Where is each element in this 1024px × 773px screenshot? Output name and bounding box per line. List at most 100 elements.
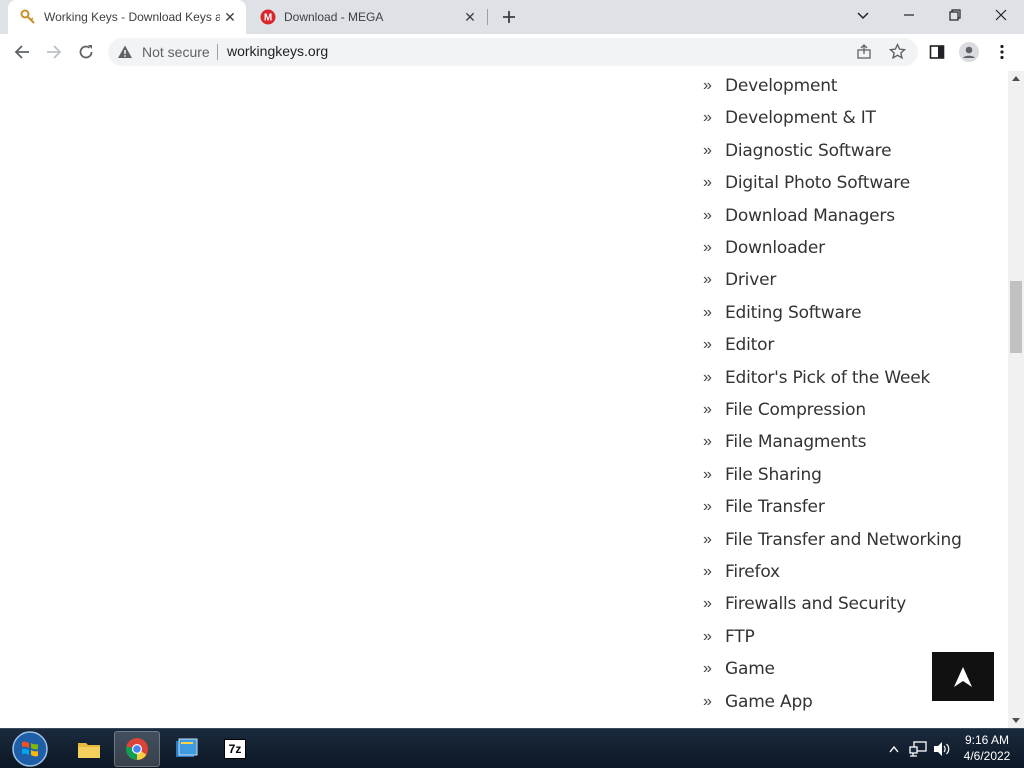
app-taskbar-button[interactable] — [163, 731, 209, 767]
vertical-scrollbar[interactable] — [1008, 71, 1024, 728]
category-link[interactable]: » File Compression — [703, 398, 866, 422]
7zip-icon: 7z — [224, 739, 246, 759]
bullet-icon: » — [703, 693, 712, 710]
tab-title: Working Keys - Download Keys a — [44, 10, 220, 24]
category-link[interactable]: » File Sharing — [703, 463, 822, 487]
close-icon — [995, 9, 1007, 21]
bullet-icon: » — [703, 563, 712, 580]
system-clock[interactable]: 9:16 AM 4/6/2022 — [950, 732, 1024, 764]
category-label[interactable]: Firewalls and Security — [725, 594, 906, 614]
close-icon[interactable]: ✕ — [220, 7, 240, 27]
chrome-icon — [125, 738, 148, 760]
chrome-taskbar-button[interactable] — [114, 731, 160, 767]
bullet-icon: » — [703, 401, 712, 418]
category-label[interactable]: File Compression — [725, 400, 866, 420]
category-label[interactable]: File Transfer — [725, 497, 825, 517]
new-tab-button[interactable] — [498, 6, 520, 28]
category-label[interactable]: Downloader — [725, 238, 825, 258]
category-link[interactable]: » Game App — [703, 690, 813, 714]
category-link[interactable]: » Game — [703, 657, 775, 681]
share-icon[interactable] — [856, 44, 872, 65]
category-label[interactable]: Editor's Pick of the Week — [725, 368, 930, 388]
category-link[interactable]: » Development & IT — [703, 106, 876, 130]
tab-search-button[interactable] — [840, 0, 886, 30]
page-content: » Development » Development & IT » Diagnostic… — [0, 71, 1008, 728]
scroll-down-arrow[interactable] — [1008, 714, 1024, 728]
bullet-icon: » — [703, 369, 712, 386]
category-label[interactable]: Editing Software — [725, 303, 862, 323]
category-label[interactable]: Game — [725, 659, 775, 679]
category-link[interactable]: » Editor — [703, 333, 774, 357]
category-link[interactable]: » Diagnostic Software — [703, 139, 892, 163]
network-icon — [909, 741, 927, 757]
category-link[interactable]: » Development — [703, 74, 837, 98]
category-link[interactable]: » Downloader — [703, 236, 825, 260]
bullet-icon: » — [703, 660, 712, 677]
category-link[interactable]: » File Transfer — [703, 495, 825, 519]
scroll-to-top-button[interactable] — [932, 652, 994, 701]
bullet-icon: » — [703, 109, 712, 126]
tab-working-keys[interactable]: Working Keys - Download Keys a ✕ — [8, 0, 246, 34]
bullet-icon: » — [703, 498, 712, 515]
category-label[interactable]: Game App — [725, 692, 813, 712]
category-link[interactable]: » Firefox — [703, 560, 780, 584]
category-link[interactable]: » FTP — [703, 625, 755, 649]
category-link[interactable]: » Driver — [703, 268, 776, 292]
category-link[interactable]: » Firewalls and Security — [703, 592, 906, 616]
network-tray-button[interactable] — [906, 729, 930, 769]
file-explorer-button[interactable] — [66, 731, 112, 767]
category-label[interactable]: File Managments — [725, 432, 866, 452]
tab-mega[interactable]: M Download - MEGA ✕ — [248, 0, 486, 34]
category-label[interactable]: FTP — [725, 627, 755, 647]
clock-date: 4/6/2022 — [963, 749, 1011, 763]
category-label[interactable]: Download Managers — [725, 206, 895, 226]
forward-button[interactable] — [39, 37, 69, 67]
address-bar[interactable]: Not secure workingkeys.org — [108, 38, 918, 66]
7zip-taskbar-button[interactable]: 7z — [212, 731, 258, 767]
chevron-down-icon — [857, 12, 869, 20]
start-button[interactable] — [10, 730, 50, 768]
omnibox-divider — [217, 44, 218, 60]
show-hidden-icons-button[interactable] — [884, 729, 904, 769]
category-label[interactable]: Digital Photo Software — [725, 173, 910, 193]
category-link[interactable]: » File Managments — [703, 430, 866, 454]
category-label[interactable]: Firefox — [725, 562, 780, 582]
category-link[interactable]: » Editing Software — [703, 301, 862, 325]
category-link[interactable]: » Download Managers — [703, 204, 895, 228]
profile-button[interactable] — [954, 37, 984, 67]
category-label[interactable]: Driver — [725, 270, 776, 290]
minimize-button[interactable] — [886, 0, 932, 30]
back-button[interactable] — [7, 37, 37, 67]
side-panel-button[interactable] — [922, 37, 952, 67]
url-text[interactable]: workingkeys.org — [227, 43, 328, 59]
tab-divider — [487, 9, 488, 25]
scrollbar-thumb[interactable] — [1010, 281, 1022, 353]
7zip-label: 7z — [228, 742, 242, 756]
scroll-up-arrow[interactable] — [1008, 71, 1024, 85]
bullet-icon: » — [703, 77, 712, 94]
restore-button[interactable] — [932, 0, 978, 30]
windows-logo-icon — [12, 731, 48, 767]
app-icon — [176, 738, 198, 757]
bullet-icon: » — [703, 433, 712, 450]
category-link[interactable]: » Editor's Pick of the Week — [703, 366, 930, 390]
reload-button[interactable] — [71, 37, 101, 67]
category-label[interactable]: Editor — [725, 335, 774, 355]
close-window-button[interactable] — [978, 0, 1024, 30]
category-label[interactable]: Development — [725, 76, 837, 96]
category-label[interactable]: File Transfer and Networking — [725, 530, 962, 550]
key-icon — [20, 9, 36, 25]
security-label[interactable]: Not secure — [142, 44, 210, 60]
bullet-icon: » — [703, 628, 712, 645]
category-label[interactable]: Diagnostic Software — [725, 141, 892, 161]
bookmark-star-icon[interactable] — [888, 42, 907, 65]
category-label[interactable]: File Sharing — [725, 465, 822, 485]
bullet-icon: » — [703, 595, 712, 612]
bullet-icon: » — [703, 239, 712, 256]
category-link[interactable]: » File Transfer and Networking — [703, 528, 962, 552]
menu-button[interactable] — [987, 37, 1017, 67]
close-icon[interactable]: ✕ — [460, 7, 480, 27]
category-label[interactable]: Development & IT — [725, 108, 876, 128]
category-link[interactable]: » Digital Photo Software — [703, 171, 910, 195]
arrow-up-icon — [954, 666, 972, 687]
